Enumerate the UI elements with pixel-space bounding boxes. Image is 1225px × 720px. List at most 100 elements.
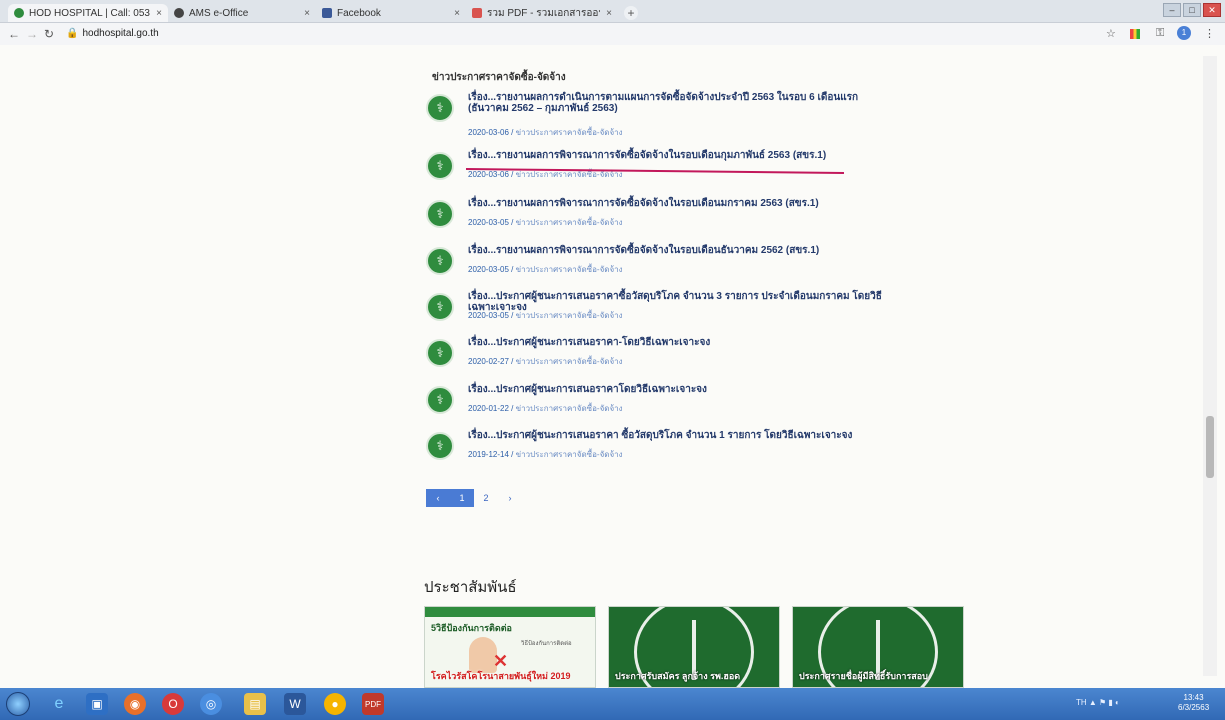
news-title-link[interactable]: เรื่อง...ประกาศผู้ชนะการเสนอราคา-โดยวิธี… bbox=[468, 337, 868, 348]
system-tray[interactable]: TH ▲ ⚑ ▮ ◐ bbox=[1076, 698, 1120, 707]
news-date: 2020-01-22 bbox=[468, 404, 509, 413]
reload-icon[interactable]: ↻ bbox=[44, 27, 54, 41]
tab-close-icon[interactable]: × bbox=[304, 8, 310, 19]
pr-card-recruit[interactable]: ประกาศรับสมัคร ลูกจ้าง รพ.ฮอด bbox=[608, 606, 780, 688]
pr-section-heading: ประชาสัมพันธ์ bbox=[424, 579, 517, 596]
extension-icon[interactable] bbox=[1130, 29, 1140, 39]
news-item[interactable]: ⚕ เรื่อง...รายงานผลการดำเนินการตามแผนการ… bbox=[426, 92, 868, 137]
lock-icon: 🔒 bbox=[66, 28, 79, 39]
news-category-link[interactable]: ข่าวประกาศราคาจัดซื้อ-จัดจ้าง bbox=[516, 404, 623, 413]
tab-close-icon[interactable]: × bbox=[156, 8, 162, 19]
news-item[interactable]: ⚕ เรื่อง...ประกาศผู้ชนะการเสนอราคา ซื้อว… bbox=[426, 430, 866, 470]
news-date: 2020-02-27 bbox=[468, 357, 509, 366]
address-bar: ← → ↻ 🔒 hodhospital.go.th ☆ ⚿ ⋮ bbox=[0, 23, 1225, 45]
news-category-link[interactable]: ข่าวประกาศราคาจัดซื้อ-จัดจ้าง bbox=[516, 128, 623, 137]
news-title-link[interactable]: เรื่อง...ประกาศผู้ชนะการเสนอราคา ซื้อวัส… bbox=[468, 430, 868, 441]
news-title-link[interactable]: เรื่อง...ประกาศผู้ชนะการเสนอราคาโดยวิธีเ… bbox=[468, 384, 868, 395]
menu-dots-icon[interactable]: ⋮ bbox=[1204, 27, 1215, 40]
pdf-app-icon[interactable]: PDF bbox=[362, 693, 384, 715]
key-extension-icon[interactable]: ⚿ bbox=[1156, 27, 1164, 40]
back-arrow-icon[interactable]: ← bbox=[8, 27, 20, 41]
news-item[interactable]: ⚕ เรื่อง...รายงานผลการพิจารณาการจัดซื้อจ… bbox=[426, 198, 866, 238]
file-explorer-icon[interactable]: ▤ bbox=[244, 693, 266, 715]
facebook-favicon-icon bbox=[322, 8, 332, 18]
scrollbar-thumb[interactable] bbox=[1206, 416, 1214, 478]
news-category-link[interactable]: ข่าวประกาศราคาจัดซื้อ-จัดจ้าง bbox=[516, 218, 623, 227]
clock-date: 6/3/2563 bbox=[1178, 703, 1210, 712]
news-title-link[interactable]: เรื่อง...รายงานผลการพิจารณาการจัดซื้อจัด… bbox=[468, 198, 868, 209]
pdf-favicon-icon bbox=[472, 8, 482, 18]
bookmark-star-icon[interactable]: ☆ bbox=[1106, 27, 1116, 40]
clock[interactable]: 13:43 6/3/2563 bbox=[1178, 693, 1209, 713]
card-header-band bbox=[425, 607, 595, 617]
tab-title: Facebook bbox=[337, 7, 381, 19]
internet-explorer-icon[interactable]: e bbox=[48, 693, 70, 715]
news-category-link[interactable]: ข่าวประกาศราคาจัดซื้อ-จัดจ้าง bbox=[516, 311, 623, 320]
news-meta: 2019-12-14 / ข่าวประกาศราคาจัดซื้อ-จัดจ้… bbox=[468, 450, 623, 459]
news-category-link[interactable]: ข่าวประกาศราคาจัดซื้อ-จัดจ้าง bbox=[516, 450, 623, 459]
news-category-link[interactable]: ข่าวประกาศราคาจัดซื้อ-จัดจ้าง bbox=[516, 357, 623, 366]
news-title-link[interactable]: เรื่อง...รายงานผลการพิจารณาการจัดซื้อจัด… bbox=[468, 150, 868, 161]
moph-emblem-icon: ⚕ bbox=[426, 247, 454, 275]
card-caption[interactable]: ประกาศรับสมัคร ลูกจ้าง รพ.ฮอด bbox=[615, 669, 740, 683]
pagination-page-2[interactable]: 2 bbox=[474, 489, 498, 507]
word-icon[interactable]: W bbox=[284, 693, 306, 715]
section-title: ข่าวประกาศราคาจัดซื้อ-จัดจ้าง bbox=[432, 72, 566, 83]
card-header-text: 5วิธีป้องกันการติดต่อ bbox=[431, 623, 512, 633]
pr-card-covid[interactable]: 5วิธีป้องกันการติดต่อ ✕ วิธีป้องกันการติ… bbox=[424, 606, 596, 688]
news-meta: 2020-03-06 / ข่าวประกาศราคาจัดซื้อ-จัดจ้… bbox=[468, 128, 623, 137]
media-center-icon[interactable]: ▣ bbox=[86, 693, 108, 715]
news-date: 2020-03-05 bbox=[468, 265, 509, 274]
windows-taskbar: e ▣ ◉ O ◎ ▤ W ● PDF TH ▲ ⚑ ▮ ◐ 13:43 6/3… bbox=[0, 688, 1225, 720]
news-item[interactable]: ⚕ เรื่อง...ประกาศผู้ชนะการเสนอราคา-โดยวิ… bbox=[426, 337, 866, 377]
tab-title: รวม PDF - รวมเอกสารออนไลน์ฟรี bbox=[487, 7, 600, 19]
forward-arrow-icon[interactable]: → bbox=[26, 27, 38, 41]
minimize-icon[interactable]: – bbox=[1163, 3, 1181, 17]
url-field[interactable]: 🔒 hodhospital.go.th bbox=[66, 28, 159, 39]
news-item[interactable]: ⚕ เรื่อง...ประกาศผู้ชนะการเสนอราคาโดยวิธ… bbox=[426, 384, 866, 424]
news-meta: 2020-01-22 / ข่าวประกาศราคาจัดซื้อ-จัดจ้… bbox=[468, 404, 623, 413]
news-meta: 2020-03-05 / ข่าวประกาศราคาจัดซื้อ-จัดจ้… bbox=[468, 218, 623, 227]
tab-close-icon[interactable]: × bbox=[454, 8, 460, 19]
pr-card-exam-list[interactable]: ประกาศรายชื่อผู้มีสิทธิ์รับการสอบ bbox=[792, 606, 964, 688]
new-tab-button[interactable]: + bbox=[624, 6, 638, 20]
browser-tab-strip: HOD HOSPITAL | Call: 053-4610 × AMS e-Of… bbox=[0, 0, 1225, 23]
opera-icon[interactable]: O bbox=[162, 693, 184, 715]
page-scrollbar[interactable] bbox=[1203, 56, 1217, 676]
moph-emblem-icon: ⚕ bbox=[426, 386, 454, 414]
url-text: hodhospital.go.th bbox=[82, 28, 159, 39]
maximize-icon[interactable]: □ bbox=[1183, 3, 1201, 17]
tab-hod-hospital[interactable]: HOD HOSPITAL | Call: 053-4610 × bbox=[8, 4, 168, 22]
clock-time: 13:43 bbox=[1183, 693, 1204, 702]
tab-ams-eoffice[interactable]: AMS e-Office × bbox=[168, 4, 316, 22]
tab-title: HOD HOSPITAL | Call: 053-4610 bbox=[29, 7, 150, 19]
pagination-prev-button[interactable]: ‹ bbox=[426, 489, 450, 507]
profile-avatar[interactable]: 1 bbox=[1177, 26, 1191, 40]
app-icon[interactable]: ● bbox=[324, 693, 346, 715]
ams-favicon-icon bbox=[174, 8, 184, 18]
news-title-link[interactable]: เรื่อง...รายงานผลการพิจารณาการจัดซื้อจัด… bbox=[468, 245, 868, 256]
news-title-link[interactable]: เรื่อง...รายงานผลการดำเนินการตามแผนการจั… bbox=[468, 92, 868, 114]
news-meta: 2020-03-05 / ข่าวประกาศราคาจัดซื้อ-จัดจ้… bbox=[468, 311, 623, 320]
news-date: 2020-03-05 bbox=[468, 218, 509, 227]
news-item[interactable]: ⚕ เรื่อง...รายงานผลการพิจารณาการจัดซื้อจ… bbox=[426, 245, 866, 285]
hospital-favicon-icon bbox=[14, 8, 24, 18]
tab-title: AMS e-Office bbox=[189, 7, 249, 19]
moph-emblem-icon: ⚕ bbox=[426, 293, 454, 321]
pagination-next-button[interactable]: › bbox=[498, 489, 522, 507]
tab-close-icon[interactable]: × bbox=[606, 8, 612, 19]
news-item[interactable]: ⚕ เรื่อง...ประกาศผู้ชนะการเสนอราคาซื้อวั… bbox=[426, 291, 882, 331]
close-window-icon[interactable]: ✕ bbox=[1203, 3, 1221, 17]
tab-facebook[interactable]: Facebook × bbox=[316, 4, 466, 22]
card-caption[interactable]: โรคไวรัสโคโรนาสายพันธุ์ใหม่ 2019 bbox=[431, 669, 571, 683]
news-meta: 2020-03-05 / ข่าวประกาศราคาจัดซื้อ-จัดจ้… bbox=[468, 265, 623, 274]
start-button[interactable] bbox=[6, 692, 30, 716]
news-date: 2020-03-05 bbox=[468, 311, 509, 320]
news-date: 2020-03-06 bbox=[468, 128, 509, 137]
chrome-icon[interactable]: ◎ bbox=[200, 693, 222, 715]
pagination-page-1[interactable]: 1 bbox=[450, 489, 474, 507]
firefox-icon[interactable]: ◉ bbox=[124, 693, 146, 715]
tab-pdf[interactable]: รวม PDF - รวมเอกสารออนไลน์ฟรี × bbox=[466, 4, 618, 22]
news-category-link[interactable]: ข่าวประกาศราคาจัดซื้อ-จัดจ้าง bbox=[516, 265, 623, 274]
card-caption[interactable]: ประกาศรายชื่อผู้มีสิทธิ์รับการสอบ bbox=[799, 669, 928, 683]
